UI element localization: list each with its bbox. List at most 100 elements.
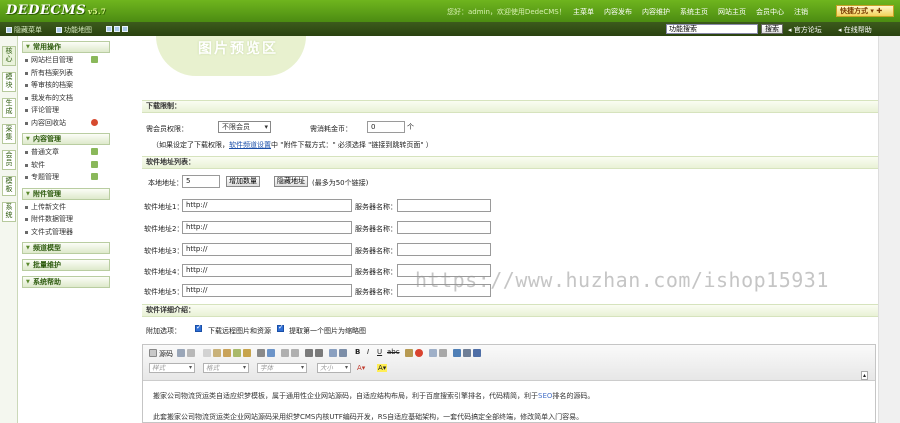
editor-paragraph[interactable]: 搬家公司物流货运类自适应织梦模板，属于通用性企业网站源码，自适应结构布局，利于百…	[153, 391, 594, 401]
tab-collect[interactable]: 采集	[2, 124, 16, 144]
document-icon[interactable]	[177, 349, 185, 357]
func-map-link[interactable]: 功能地图	[56, 25, 92, 35]
download-remote-checkbox[interactable]	[195, 323, 202, 332]
tab-template[interactable]: 模板	[2, 176, 16, 196]
search-button[interactable]: 搜索	[761, 24, 783, 34]
menu-item[interactable]: 网站栏目管理	[22, 54, 110, 67]
anchor-icon[interactable]	[473, 349, 481, 357]
image-icon[interactable]	[405, 349, 413, 357]
coin-input[interactable]: 0	[367, 121, 405, 133]
source-icon[interactable]	[149, 349, 157, 357]
software-url-input[interactable]: http://	[182, 264, 352, 277]
undo-icon[interactable]	[281, 349, 289, 357]
menu-group-content[interactable]: 内容管理	[22, 133, 110, 145]
software-url-input[interactable]: http://	[182, 221, 352, 234]
menu-item[interactable]: 内容回收站	[22, 117, 110, 130]
style-select[interactable]: 样式	[149, 363, 195, 373]
menu-item[interactable]: 上传新文件	[22, 201, 110, 214]
help-link[interactable]: ◂ 在线帮助	[838, 25, 872, 35]
size-select[interactable]: 大小	[317, 363, 351, 373]
tab-module[interactable]: 模块	[2, 72, 16, 92]
copy-icon[interactable]	[213, 349, 221, 357]
menu-group-common[interactable]: 常用操作	[22, 41, 110, 53]
add-icon[interactable]	[91, 173, 98, 180]
source-button[interactable]: 源码	[159, 349, 173, 359]
text-color-icon[interactable]: A▾	[357, 364, 365, 372]
font-select[interactable]: 字体	[257, 363, 307, 373]
top-nav: 主菜单 内容发布 内容维护 系统主页 网站主页 会员中心 注销	[573, 7, 818, 17]
italic-icon[interactable]: I	[367, 348, 369, 356]
print-icon[interactable]	[257, 349, 265, 357]
software-url-input[interactable]: http://	[182, 199, 352, 212]
tab-member[interactable]: 会员	[2, 150, 16, 170]
hide-menu-link[interactable]: 隐藏菜单	[6, 25, 42, 35]
menu-item[interactable]: 所有档案列表	[22, 67, 110, 80]
find-icon[interactable]	[305, 349, 313, 357]
nav-member-center[interactable]: 会员中心	[756, 7, 784, 17]
menu-group-channel-model[interactable]: 频道模型	[22, 242, 110, 254]
format-select[interactable]: 格式	[203, 363, 249, 373]
link-icon[interactable]	[453, 349, 461, 357]
clear-icon[interactable]	[91, 118, 98, 126]
nav-site-home[interactable]: 网站主页	[718, 7, 746, 17]
tab-core[interactable]: 核心	[2, 46, 16, 66]
extract-thumb-checkbox[interactable]	[277, 323, 284, 332]
software-url-input[interactable]: http://	[182, 243, 352, 256]
editor-paragraph[interactable]: 此套搬家公司物流货运类企业网站源码采用织梦CMS内核UTF编码开发，RS自适应基…	[153, 412, 583, 422]
replace-icon[interactable]	[315, 349, 323, 357]
horizontal-rule-icon[interactable]	[439, 349, 447, 357]
add-icon[interactable]	[91, 148, 98, 155]
menu-item[interactable]: 普通文章	[22, 146, 110, 159]
strikethrough-icon[interactable]: abc	[387, 348, 400, 356]
paste-icon[interactable]	[223, 349, 231, 357]
nav-maintain[interactable]: 内容维护	[642, 7, 670, 17]
software-address-label: 软件地址1：	[144, 203, 184, 211]
server-name-input[interactable]	[397, 199, 491, 212]
cut-icon[interactable]	[203, 349, 211, 357]
spellcheck-icon[interactable]	[267, 349, 275, 357]
menu-item[interactable]: 专题管理	[22, 171, 110, 184]
software-url-input[interactable]: http://	[182, 284, 352, 297]
table-icon[interactable]	[429, 349, 437, 357]
nav-publish[interactable]: 内容发布	[604, 7, 632, 17]
nav-main-menu[interactable]: 主菜单	[573, 7, 594, 17]
menu-group-help[interactable]: 系统帮助	[22, 276, 110, 288]
tab-system[interactable]: 系统	[2, 202, 16, 222]
preview-icon[interactable]	[187, 349, 195, 357]
tab-generate[interactable]: 生成	[2, 98, 16, 118]
redo-icon[interactable]	[291, 349, 299, 357]
soft-channel-settings-link[interactable]: 软件频道设置	[229, 141, 271, 149]
member-level-select[interactable]: 不限会员	[218, 121, 271, 133]
vertical-scrollbar[interactable]	[878, 36, 900, 423]
menu-group-batch[interactable]: 批量维护	[22, 259, 110, 271]
paste-word-icon[interactable]	[243, 349, 251, 357]
hide-address-button[interactable]: 隐藏地址	[274, 176, 308, 187]
menu-item[interactable]: 软件	[22, 159, 110, 172]
nav-system-home[interactable]: 系统主页	[680, 7, 708, 17]
paste-text-icon[interactable]	[233, 349, 241, 357]
nav-logout[interactable]: 注销	[794, 7, 808, 17]
menu-item[interactable]: 附件数据管理	[22, 213, 110, 226]
menu-group-attachment[interactable]: 附件管理	[22, 187, 110, 200]
collapse-toolbar-icon[interactable]: ▴	[861, 371, 869, 380]
forum-link[interactable]: ◂ 官方论坛	[788, 25, 822, 35]
menu-item[interactable]: 文件式管理器	[22, 226, 110, 239]
add-icon[interactable]	[91, 56, 98, 63]
mirror-count-input[interactable]: 5	[182, 175, 220, 188]
add-count-button[interactable]: 增加数量	[226, 176, 260, 187]
server-name-input[interactable]	[397, 221, 491, 234]
menu-item[interactable]: 评论管理	[22, 104, 110, 117]
menu-item[interactable]: 等审核的档案	[22, 79, 110, 92]
add-icon[interactable]	[91, 160, 98, 168]
search-input[interactable]: 功能搜索	[666, 24, 758, 34]
flash-icon[interactable]	[415, 349, 423, 357]
quick-shortcut-button[interactable]: 快捷方式 ▾ ✚	[836, 5, 894, 17]
bold-icon[interactable]: B	[355, 348, 360, 356]
remove-format-icon[interactable]	[339, 349, 347, 357]
select-all-icon[interactable]	[329, 349, 337, 357]
unlink-icon[interactable]	[463, 349, 471, 357]
underline-icon[interactable]: U	[377, 348, 382, 356]
server-name-input[interactable]	[397, 243, 491, 256]
background-color-icon[interactable]: A▾	[377, 364, 388, 372]
menu-item[interactable]: 我发布的文档	[22, 92, 110, 105]
